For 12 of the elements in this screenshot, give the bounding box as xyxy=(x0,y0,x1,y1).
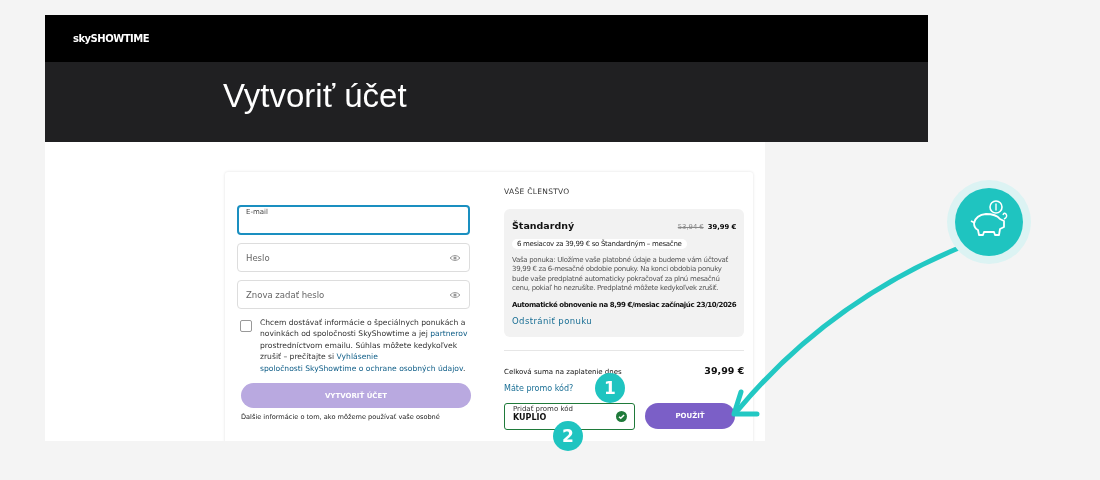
total-price: 39,99 € xyxy=(704,364,745,376)
page-title: Vytvoriť účet xyxy=(223,77,407,116)
step-badge: 2 xyxy=(553,421,583,451)
input-field[interactable]: Znova zadať heslo xyxy=(237,280,470,309)
checkbox[interactable] xyxy=(240,320,252,332)
eye-icon[interactable] xyxy=(449,254,461,262)
plan-name: Štandardný xyxy=(512,220,575,231)
logo[interactable]: skySHOWTIME xyxy=(73,33,150,44)
eye-icon[interactable] xyxy=(449,291,461,299)
input-field[interactable]: Heslo xyxy=(237,243,470,272)
promo-code-link[interactable]: Máte promo kód? xyxy=(504,383,574,393)
remove-offer-link[interactable]: Odstrániť ponuku xyxy=(512,315,593,326)
